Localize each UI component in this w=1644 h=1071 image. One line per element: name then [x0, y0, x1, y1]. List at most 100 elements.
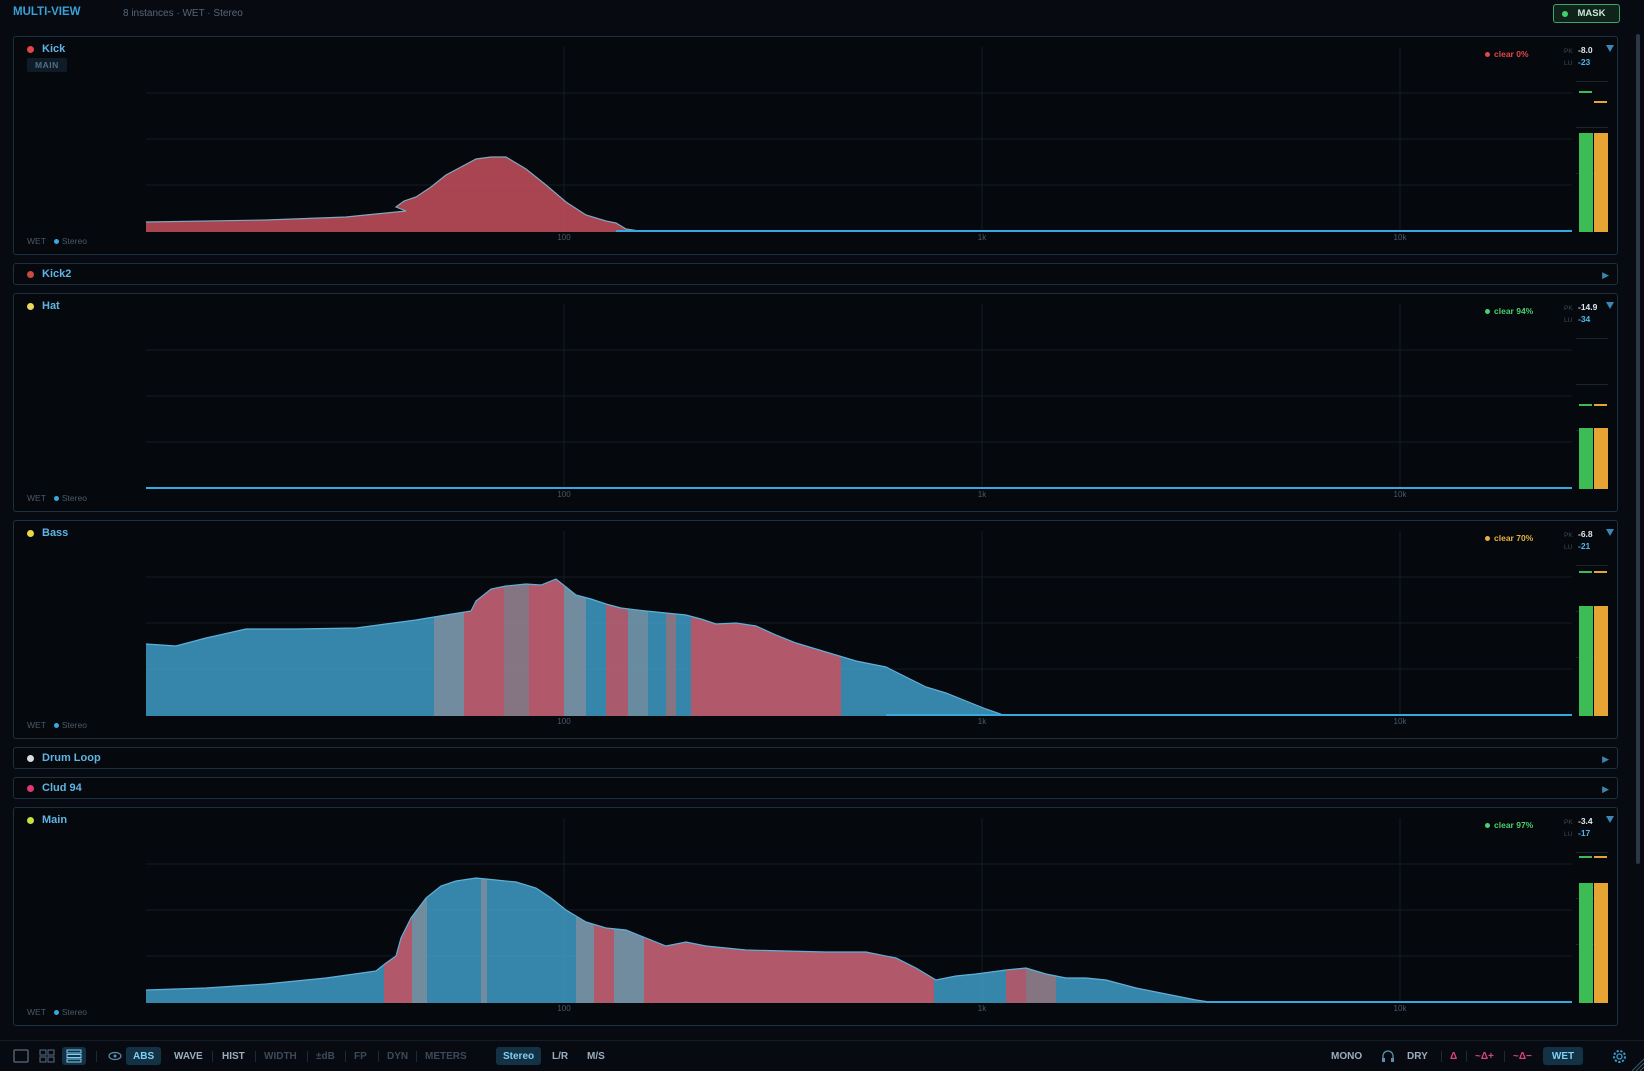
track-color-dot [27, 529, 34, 537]
spectrum-plot [146, 818, 1572, 1003]
track-header[interactable]: Kick [27, 43, 65, 55]
app-title: MULTI-VIEW [13, 6, 81, 18]
x-tick-10k: 10k [1393, 1004, 1407, 1013]
mode-width-button[interactable]: WIDTH [257, 1047, 304, 1065]
mode-db-button[interactable]: ±dB [309, 1047, 342, 1065]
mode-abs-button[interactable]: ABS [126, 1047, 162, 1065]
footer-mode: WET [27, 493, 46, 503]
track-color-dot [27, 754, 34, 762]
track-name: Kick [42, 43, 66, 55]
peak-value: -3.4 [1578, 816, 1593, 826]
single-view-icon[interactable] [13, 1049, 29, 1063]
track-header[interactable]: Main [27, 814, 67, 826]
track-panel-kick2[interactable]: Kick2 ▶ [13, 263, 1618, 285]
peak-hold-right [1594, 571, 1607, 573]
expand-arrow-icon[interactable]: ▶ [1602, 270, 1609, 281]
mask-toggle-button[interactable]: MASK [1553, 4, 1620, 23]
delta-button[interactable]: Δ [1443, 1047, 1464, 1065]
track-header[interactable]: Kick2 [27, 268, 71, 280]
panel-footer: WET Stereo [27, 236, 87, 246]
track-color-dot [27, 784, 34, 792]
meter-bar-right [1594, 133, 1608, 232]
meter-bar-right [1594, 428, 1608, 489]
top-bar: MULTI-VIEW 8 instances · WET · Stereo MA… [0, 0, 1644, 28]
meter-bar-right [1594, 883, 1608, 1003]
eye-icon[interactable] [107, 1049, 123, 1063]
track-panel-clud-94[interactable]: Clud 94 ▶ [13, 777, 1618, 799]
track-header[interactable]: Drum Loop [27, 752, 101, 764]
collapse-toggle-icon[interactable] [1606, 816, 1614, 823]
collapse-toggle-icon[interactable] [1606, 302, 1614, 309]
expand-arrow-icon[interactable]: ▶ [1602, 784, 1609, 795]
vertical-scrollbar[interactable] [1636, 34, 1640, 864]
meter-bar-left [1579, 428, 1593, 489]
mono-button[interactable]: MONO [1324, 1047, 1369, 1065]
track-panel-bass: Bass clear 70% PK -6.8 LU -21 100 1k 10k… [13, 520, 1618, 739]
lufs-value: -17 [1578, 828, 1591, 838]
track-panel-drum-loop[interactable]: Drum Loop ▶ [13, 747, 1618, 769]
peak-hold-right [1594, 101, 1607, 103]
mode-hist-button[interactable]: HIST [215, 1047, 252, 1065]
footer-channel: Stereo [53, 1007, 87, 1017]
x-tick-1k: 1k [977, 490, 987, 499]
peak-hold-left [1579, 571, 1592, 573]
track-header[interactable]: Bass [27, 527, 68, 539]
track-name: Hat [42, 300, 60, 312]
spectrum-plot [146, 304, 1572, 489]
peak-value: -6.8 [1578, 529, 1593, 539]
channel-stereo-button[interactable]: Stereo [496, 1047, 542, 1065]
bottom-toolbar: ABS WAVE HIST WIDTH ±dB FP DYN METERS St… [0, 1040, 1644, 1071]
level-meter [1576, 565, 1608, 716]
delta-plus-button[interactable]: ~Δ+ [1468, 1047, 1501, 1065]
delta-minus-button[interactable]: ~Δ− [1506, 1047, 1539, 1065]
spectrum-plot [146, 531, 1572, 716]
stack-view-icon [66, 1049, 82, 1063]
gear-icon[interactable] [1611, 1048, 1628, 1065]
mode-dyn-button[interactable]: DYN [380, 1047, 415, 1065]
track-panel-hat: Hat clear 94% PK -14.9 LU -34 100 1k 10k WE… [13, 293, 1618, 512]
mode-meters-button[interactable]: METERS [418, 1047, 474, 1065]
track-name: Main [42, 814, 68, 826]
wet-button[interactable]: WET [1543, 1047, 1583, 1065]
panel-footer: WET Stereo [27, 493, 87, 503]
main-badge: MAIN [27, 58, 67, 72]
x-tick-100: 100 [557, 717, 571, 726]
track-name: Drum Loop [42, 752, 101, 764]
dry-button[interactable]: DRY [1400, 1047, 1435, 1065]
grid-view-icon[interactable] [39, 1049, 55, 1063]
meter-bar-left [1579, 883, 1593, 1003]
collapse-toggle-icon[interactable] [1606, 529, 1614, 536]
stack-view-button[interactable] [62, 1047, 86, 1065]
peak-hold-left [1579, 856, 1592, 858]
footer-channel: Stereo [53, 236, 87, 246]
expand-arrow-icon[interactable]: ▶ [1602, 754, 1609, 765]
mode-wave-button[interactable]: WAVE [167, 1047, 210, 1065]
x-tick-100: 100 [557, 1004, 571, 1013]
x-tick-100: 100 [557, 233, 571, 242]
channel-lr-button[interactable]: L/R [545, 1047, 575, 1065]
headphones-icon[interactable] [1380, 1049, 1396, 1063]
channel-ms-button[interactable]: M/S [580, 1047, 612, 1065]
panel-footer: WET Stereo [27, 720, 87, 730]
x-tick-100: 100 [557, 490, 571, 499]
collapse-toggle-icon[interactable] [1606, 45, 1614, 52]
x-tick-1k: 1k [977, 1004, 987, 1013]
resize-handle-icon[interactable] [1630, 1057, 1644, 1071]
x-tick-1k: 1k [977, 233, 987, 242]
x-tick-10k: 10k [1393, 717, 1407, 726]
peak-hold-right [1594, 404, 1607, 406]
lufs-value: -21 [1578, 541, 1591, 551]
spectrum-plot [146, 47, 1572, 232]
meter-bar-left [1579, 606, 1593, 716]
meter-bar-left [1579, 133, 1593, 232]
footer-mode: WET [27, 1007, 46, 1017]
track-header[interactable]: Clud 94 [27, 782, 82, 794]
x-tick-1k: 1k [977, 717, 987, 726]
track-name: Kick2 [42, 268, 72, 280]
track-panel-kick: Kick MAIN clear 0% PK -8.0 LU -23 100 1k 10… [13, 36, 1618, 255]
track-panel-main: Main clear 97% PK -3.4 LU -17 100 1k 10k… [13, 807, 1618, 1026]
lufs-value: -23 [1578, 57, 1591, 67]
track-color-dot [27, 302, 34, 310]
track-header[interactable]: Hat [27, 300, 60, 312]
mode-fp-button[interactable]: FP [347, 1047, 374, 1065]
